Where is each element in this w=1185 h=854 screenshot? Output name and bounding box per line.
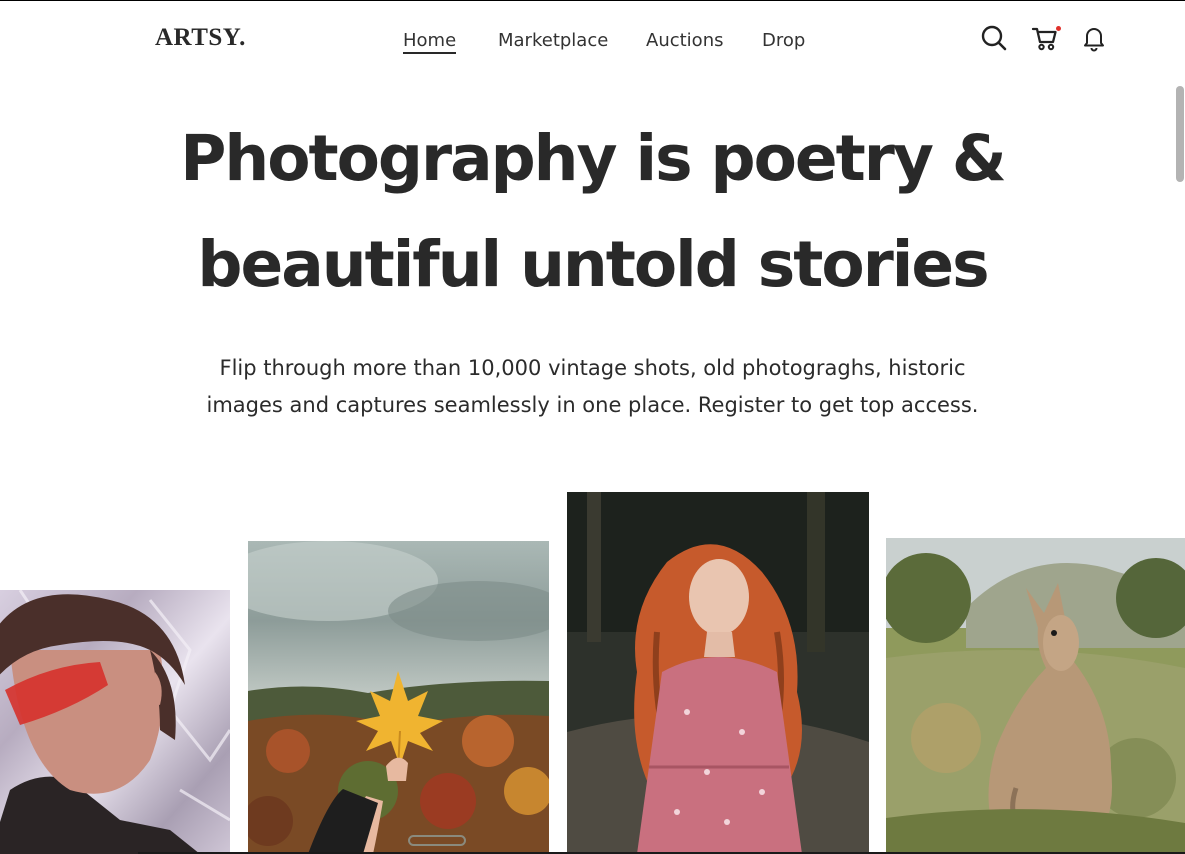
kangaroo-photo[interactable] <box>886 538 1185 854</box>
person-red-glasses-photo[interactable] <box>0 590 230 854</box>
hero-title: Photography is poetry & beautiful untold… <box>0 106 1185 318</box>
cart-notification-dot <box>1056 26 1061 31</box>
carousel-scroll-indicator[interactable] <box>408 835 466 846</box>
nav-home[interactable]: Home <box>403 30 457 54</box>
search-icon[interactable] <box>980 24 1008 52</box>
nav-drop[interactable]: Drop <box>762 30 805 51</box>
hero-subtitle-line-1: Flip through more than 10,000 vintage sh… <box>219 356 966 380</box>
top-border <box>0 0 1185 1</box>
red-haired-woman-photo[interactable] <box>567 492 869 854</box>
hero-subtitle-line-2: images and captures seamlessly in one pl… <box>206 393 979 417</box>
nav-auctions[interactable]: Auctions <box>646 30 723 51</box>
bell-icon[interactable] <box>1080 24 1108 52</box>
hero-subtitle: Flip through more than 10,000 vintage sh… <box>0 350 1185 424</box>
page-scrollbar[interactable] <box>1176 86 1184 182</box>
cart-icon[interactable] <box>1031 24 1059 52</box>
hero-title-line-2: beautiful untold stories <box>197 228 989 301</box>
hero-title-line-1: Photography is poetry & <box>180 122 1007 195</box>
autumn-leaf-landscape-photo[interactable] <box>248 541 549 854</box>
nav-marketplace[interactable]: Marketplace <box>498 30 608 51</box>
